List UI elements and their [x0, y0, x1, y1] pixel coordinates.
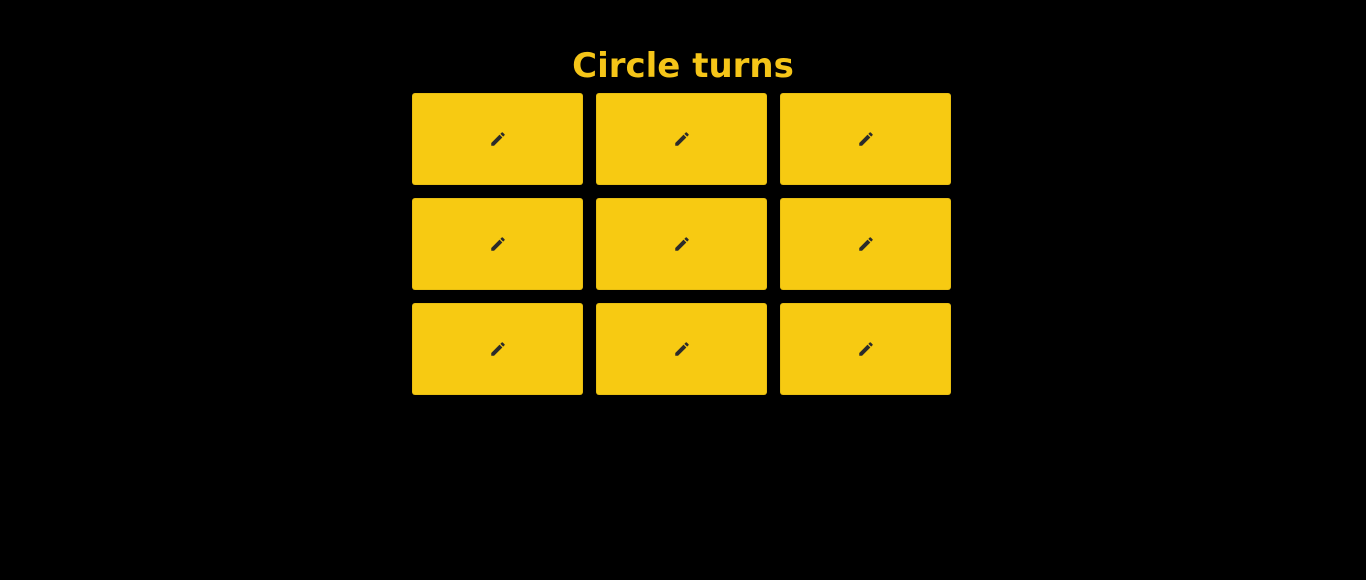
- board-cell-1-3[interactable]: [780, 93, 951, 185]
- pencil-icon: [857, 130, 875, 148]
- turn-status-title: Circle turns: [572, 46, 794, 86]
- pencil-icon: [857, 235, 875, 253]
- game-board: [412, 93, 952, 395]
- pencil-icon: [673, 130, 691, 148]
- game-page: Circle turns: [0, 0, 1366, 580]
- board-cell-1-2[interactable]: [596, 93, 767, 185]
- board-cell-2-3[interactable]: [780, 198, 951, 290]
- pencil-icon: [857, 340, 875, 358]
- board-cell-1-1[interactable]: [412, 93, 583, 185]
- board-cell-2-1[interactable]: [412, 198, 583, 290]
- pencil-icon: [673, 340, 691, 358]
- pencil-icon: [673, 235, 691, 253]
- pencil-icon: [489, 235, 507, 253]
- pencil-icon: [489, 130, 507, 148]
- board-cell-2-2[interactable]: [596, 198, 767, 290]
- board-cell-3-1[interactable]: [412, 303, 583, 395]
- board-cell-3-3[interactable]: [780, 303, 951, 395]
- pencil-icon: [489, 340, 507, 358]
- board-cell-3-2[interactable]: [596, 303, 767, 395]
